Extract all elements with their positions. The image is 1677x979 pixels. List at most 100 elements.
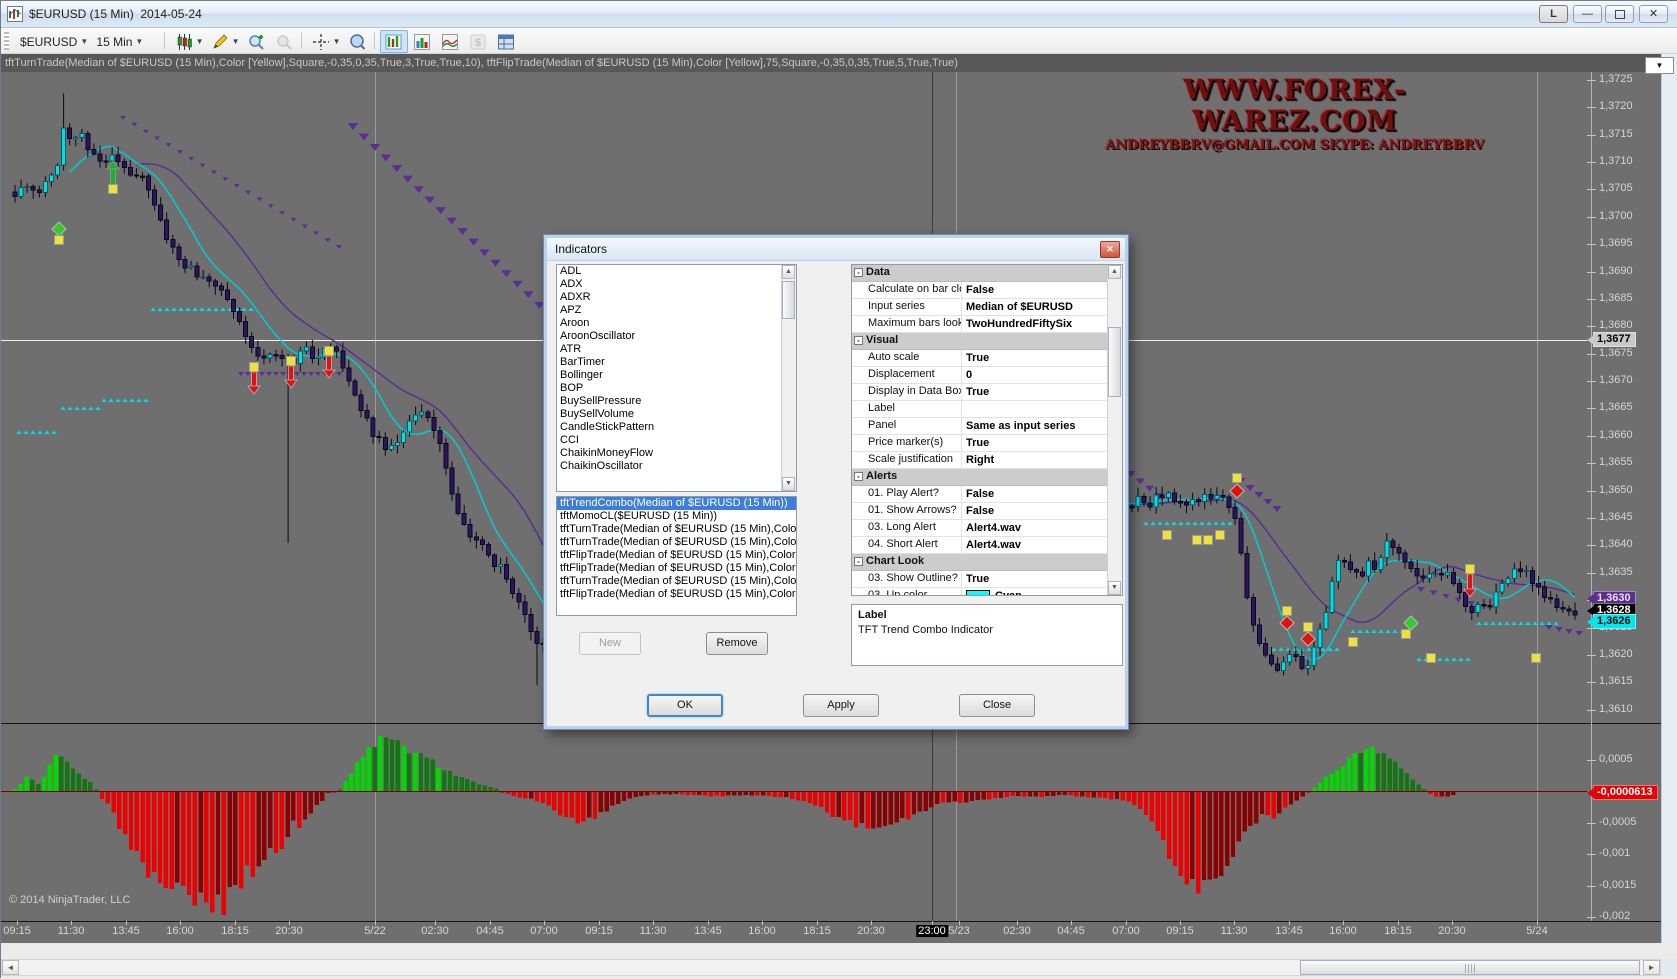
horizontal-scrollbar[interactable]: ◄ ► — [1, 959, 1661, 976]
property-row[interactable]: 04. Short AlertAlert4.wav — [852, 537, 1122, 554]
property-row[interactable]: Maximum bars look bTwoHundredFiftySix — [852, 316, 1122, 333]
collapse-icon[interactable]: - — [854, 472, 863, 481]
properties-scrollbar[interactable]: ▲▼ — [1107, 265, 1122, 595]
zoom-in-icon[interactable] — [242, 30, 270, 53]
available-indicator-item[interactable]: CandleStickPattern — [557, 421, 796, 434]
available-indicator-item[interactable]: CCI — [557, 434, 796, 447]
property-value[interactable]: True — [962, 571, 1122, 587]
property-row[interactable]: 03. Show Outline?True — [852, 571, 1122, 588]
available-indicator-item[interactable]: BarTimer — [557, 356, 796, 369]
configured-indicator-item[interactable]: tftTurnTrade(Median of $EURUSD (15 Min),… — [557, 536, 796, 549]
interval-selector[interactable]: 15 Min▼ — [91, 30, 148, 53]
properties-icon[interactable] — [492, 30, 520, 53]
property-row[interactable]: 01. Play Alert?False — [852, 486, 1122, 503]
scrollbar-thumb[interactable] — [1300, 960, 1640, 975]
property-section-row[interactable]: -Data — [852, 265, 1122, 282]
configured-indicator-item[interactable]: tftFlipTrade(Median of $EURUSD (15 Min),… — [557, 549, 796, 562]
property-row[interactable]: Display in Data BoxTrue — [852, 384, 1122, 401]
available-indicator-item[interactable]: AroonOscillator — [557, 330, 796, 343]
configured-indicator-item[interactable]: tftFlipTrade(Median of $EURUSD (15 Min),… — [557, 562, 796, 575]
zoom-out-icon[interactable] — [270, 30, 298, 53]
property-row[interactable]: Label — [852, 401, 1122, 418]
time-axis[interactable]: 09:1511:3013:4516:0018:1520:305/2202:300… — [1, 921, 1661, 943]
property-row[interactable]: Auto scaleTrue — [852, 350, 1122, 367]
price-axis[interactable]: 1,37251,37201,37151,37101,37051,37001,36… — [1587, 72, 1661, 943]
property-value[interactable] — [962, 401, 1122, 417]
draw-tools-icon[interactable]: ▼ — [206, 30, 245, 53]
available-indicator-item[interactable]: ATR — [557, 343, 796, 356]
collapse-icon[interactable]: - — [854, 268, 863, 277]
property-row[interactable]: PanelSame as input series — [852, 418, 1122, 435]
collapse-icon[interactable]: - — [854, 557, 863, 566]
property-row[interactable]: Price marker(s)True — [852, 435, 1122, 452]
property-value[interactable]: Same as input series — [962, 418, 1122, 434]
data-series-icon[interactable] — [380, 30, 408, 53]
property-value[interactable]: False — [962, 486, 1122, 502]
close-button[interactable]: Close — [959, 694, 1035, 717]
apply-button[interactable]: Apply — [803, 694, 879, 717]
property-section-row[interactable]: -Chart Look — [852, 554, 1122, 571]
scroll-left-icon[interactable]: ◄ — [2, 960, 19, 975]
property-row[interactable]: Input seriesMedian of $EURUSD — [852, 299, 1122, 316]
property-row[interactable]: 01. Show Arrows?False — [852, 503, 1122, 520]
property-row[interactable]: 03. Up colorCyan — [852, 588, 1122, 596]
chart-style-icon[interactable]: ▼ — [170, 30, 209, 53]
property-row[interactable]: Scale justificationRight — [852, 452, 1122, 469]
title-bar[interactable]: $EURUSD (15 Min) 2014-05-24 L — ✕ — [1, 1, 1677, 28]
property-section-row[interactable]: -Alerts — [852, 469, 1122, 486]
scroll-up-icon[interactable]: ▲ — [782, 265, 795, 279]
configured-indicator-item[interactable]: tftTrendCombo(Median of $EURUSD (15 Min)… — [557, 497, 796, 510]
property-value[interactable]: Alert4.wav — [962, 537, 1122, 553]
available-indicator-item[interactable]: BuySellPressure — [557, 395, 796, 408]
configured-indicator-item[interactable]: tftFlipTrade(Median of $EURUSD (15 Min),… — [557, 588, 796, 601]
remove-button[interactable]: Remove — [706, 632, 768, 655]
property-value[interactable]: 0 — [962, 367, 1122, 383]
property-value[interactable]: False — [962, 503, 1122, 519]
chart-panel-icon[interactable] — [408, 30, 436, 53]
available-indicator-item[interactable]: Aroon — [557, 317, 796, 330]
property-value[interactable]: Median of $EURUSD — [962, 299, 1122, 315]
dialog-close-icon[interactable]: ✕ — [1100, 241, 1120, 258]
property-value[interactable]: True — [962, 350, 1122, 366]
link-icon[interactable]: L — [1539, 5, 1568, 23]
available-indicator-item[interactable]: APZ — [557, 304, 796, 317]
collapse-icon[interactable]: - — [854, 336, 863, 345]
dialog-title-bar[interactable]: Indicators ✕ — [547, 238, 1125, 261]
restore-icon[interactable] — [1605, 5, 1634, 23]
ok-button[interactable]: OK — [647, 694, 723, 717]
toolbar-grip-icon[interactable] — [4, 32, 9, 50]
available-indicator-item[interactable]: Bollinger — [557, 369, 796, 382]
configured-indicators-list[interactable]: tftTrendCombo(Median of $EURUSD (15 Min)… — [556, 496, 797, 616]
available-indicator-item[interactable]: BOP — [557, 382, 796, 395]
available-indicator-item[interactable]: ChaikinOscillator — [557, 460, 796, 473]
configured-indicator-item[interactable]: tftMomoCL($EURUSD (15 Min)) — [557, 510, 796, 523]
panel-dropdown-button[interactable]: ▼ — [1645, 57, 1674, 74]
available-indicator-item[interactable]: ADXR — [557, 291, 796, 304]
instrument-selector[interactable]: $EURUSD▼ — [15, 30, 93, 53]
scroll-down-icon[interactable]: ▼ — [782, 477, 795, 491]
strategies-icon[interactable]: $ — [464, 30, 492, 53]
property-value[interactable]: True — [962, 384, 1122, 400]
new-button[interactable]: New — [579, 632, 641, 655]
property-row[interactable]: 03. Long AlertAlert4.wav — [852, 520, 1122, 537]
configured-indicator-item[interactable]: tftTurnTrade(Median of $EURUSD (15 Min),… — [557, 523, 796, 536]
snapshot-icon[interactable] — [343, 30, 371, 53]
scroll-right-icon[interactable]: ► — [1643, 960, 1660, 975]
property-value[interactable]: False — [962, 282, 1122, 298]
property-row[interactable]: Displacement0 — [852, 367, 1122, 384]
close-icon[interactable]: ✕ — [1639, 5, 1668, 23]
property-value[interactable]: TwoHundredFiftySix — [962, 316, 1122, 332]
available-indicator-item[interactable]: ADL — [557, 265, 796, 278]
property-value[interactable]: Right — [962, 452, 1122, 468]
property-section-row[interactable]: -Visual — [852, 333, 1122, 350]
available-indicator-item[interactable]: ChaikinMoneyFlow — [557, 447, 796, 460]
minimize-icon[interactable]: — — [1573, 5, 1602, 23]
configured-indicator-item[interactable]: tftTurnTrade(Median of $EURUSD (15 Min),… — [557, 575, 796, 588]
list-scrollbar[interactable]: ▲▼ — [781, 265, 796, 491]
available-indicator-item[interactable]: BuySellVolume — [557, 408, 796, 421]
available-indicator-item[interactable]: ADX — [557, 278, 796, 291]
property-value[interactable]: True — [962, 435, 1122, 451]
available-indicators-list[interactable]: ADLADXADXRAPZAroonAroonOscillatorATRBarT… — [556, 264, 797, 492]
property-row[interactable]: Calculate on bar closFalse — [852, 282, 1122, 299]
crosshair-icon[interactable]: ▼ — [307, 30, 346, 53]
